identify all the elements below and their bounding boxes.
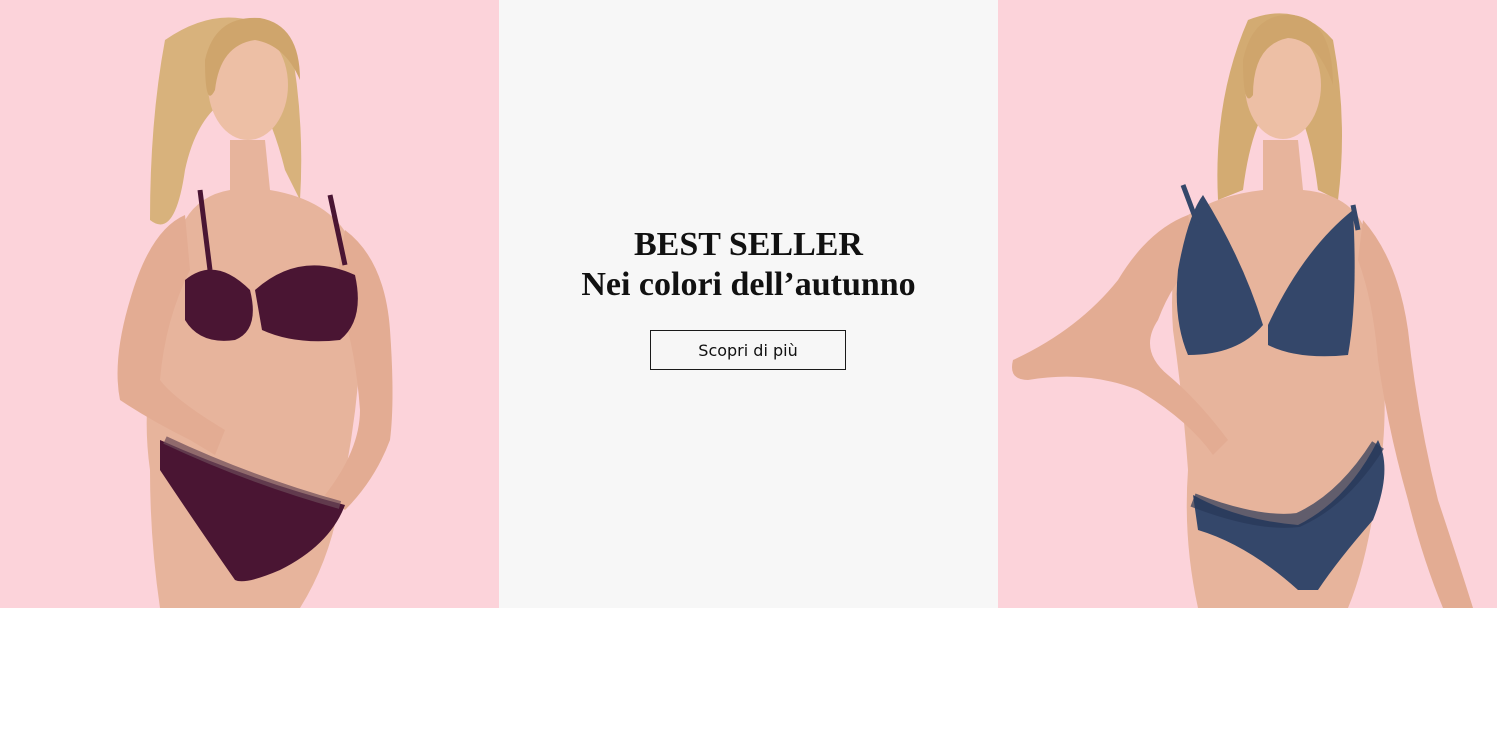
promo-subheadline: Nei colori dell’autunno (581, 266, 916, 303)
promo-panel: BEST SELLER Nei colori dell’autunno Scop… (499, 0, 998, 608)
model-navy-lace-lingerie-illustration (1012, 13, 1473, 608)
promo-copy: BEST SELLER Nei colori dell’autunno (499, 225, 998, 305)
model-plum-lingerie-illustration (117, 17, 393, 608)
promo-headline: BEST SELLER (633, 226, 863, 263)
hero-banner: BEST SELLER Nei colori dell’autunno Scop… (0, 0, 1497, 608)
discover-more-button[interactable]: Scopri di più (650, 330, 846, 370)
left-model-image[interactable] (0, 0, 499, 608)
right-model-image[interactable] (998, 0, 1497, 608)
page-spacer (0, 608, 1497, 754)
